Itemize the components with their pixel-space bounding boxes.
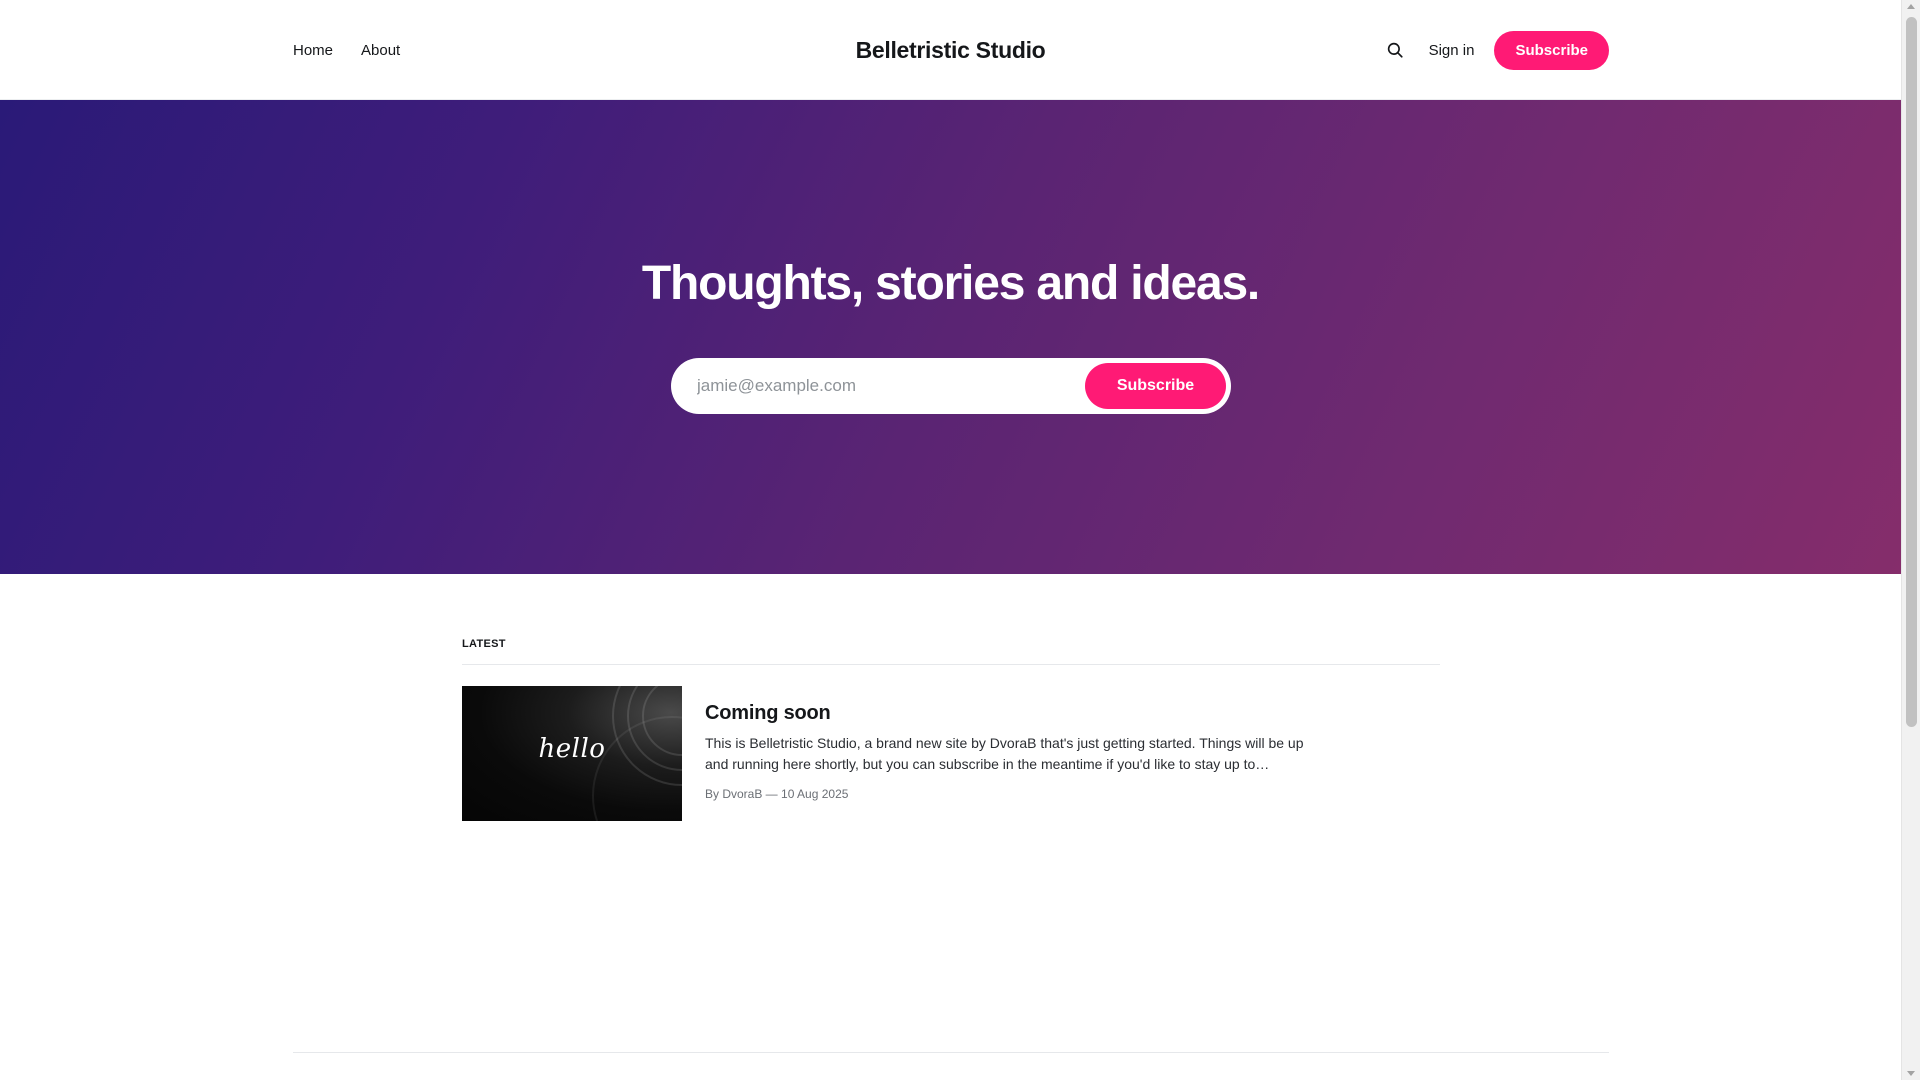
nav-about-link[interactable]: About — [361, 42, 400, 59]
post-meta: By DvoraB — 10 Aug 2025 — [705, 787, 849, 801]
hero-subscribe-form: Subscribe — [671, 358, 1231, 414]
post-excerpt: This is Belletristic Studio, a brand new… — [705, 735, 1304, 772]
search-icon[interactable] — [1381, 36, 1409, 64]
scroll-down-arrow-icon[interactable] — [1907, 1071, 1915, 1076]
page: Home About Belletristic Studio Sign in S… — [0, 0, 1901, 1080]
scrollbar-thumb[interactable] — [1906, 17, 1917, 727]
site-title[interactable]: Belletristic Studio — [856, 37, 1046, 64]
primary-nav: Home About — [293, 0, 400, 100]
sign-in-link[interactable]: Sign in — [1429, 42, 1475, 59]
scroll-up-arrow-icon[interactable] — [1907, 4, 1915, 9]
post-thumbnail[interactable]: hello — [462, 686, 682, 821]
post-card[interactable]: hello Coming soon This is Belletristic S… — [462, 686, 1322, 822]
hero-title: Thoughts, stories and ideas. — [641, 257, 1260, 310]
header-subscribe-button[interactable]: Subscribe — [1494, 30, 1609, 70]
site-title-wrap: Belletristic Studio — [0, 0, 1901, 100]
hero-section: Thoughts, stories and ideas. Subscribe — [0, 100, 1901, 574]
vertical-scrollbar[interactable] — [1901, 0, 1920, 1080]
latest-section-label: LATEST — [462, 638, 506, 650]
footer-divider — [293, 1052, 1609, 1053]
post-title[interactable]: Coming soon — [705, 702, 831, 725]
nav-home-link[interactable]: Home — [293, 42, 333, 59]
header-actions: Sign in Subscribe — [1381, 0, 1609, 100]
email-input[interactable] — [671, 358, 1085, 414]
thumbnail-text: hello — [538, 734, 606, 764]
divider — [462, 664, 1440, 665]
hero-subscribe-button[interactable]: Subscribe — [1085, 363, 1226, 409]
site-header: Home About Belletristic Studio Sign in S… — [0, 0, 1901, 100]
